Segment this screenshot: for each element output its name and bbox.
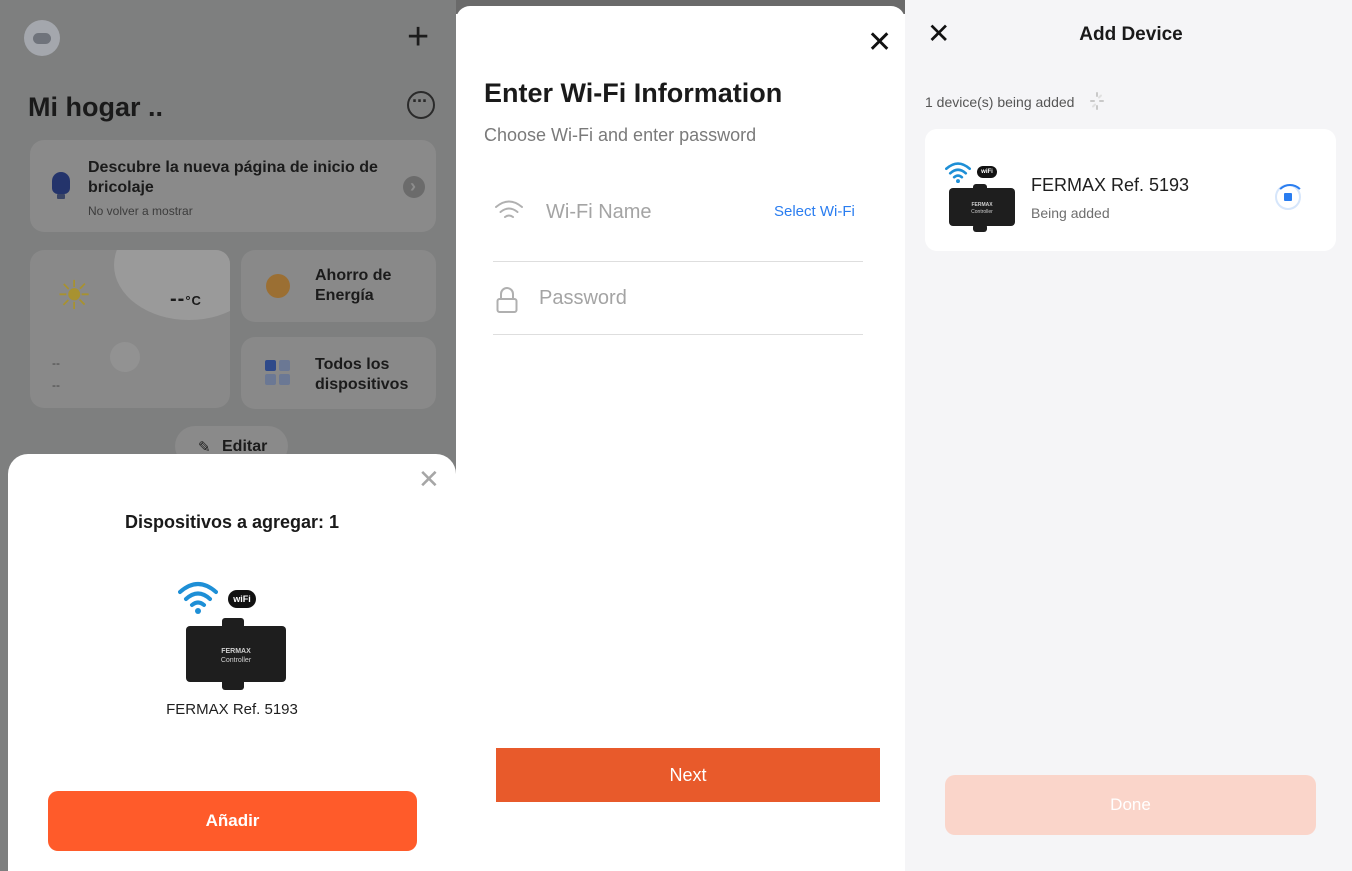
progress-indicator-icon — [1275, 184, 1305, 210]
device-name: FERMAX Ref. 5193 — [1031, 175, 1190, 195]
device-brand: FERMAX — [221, 648, 251, 655]
sun-icon: ☀ — [56, 274, 92, 318]
next-button[interactable]: Next — [496, 748, 880, 802]
password-input[interactable]: Password — [539, 287, 627, 310]
device-model: Controller — [220, 657, 252, 664]
device-name: FERMAX Ref. 5193 — [166, 701, 298, 718]
wifi-icon — [495, 200, 523, 218]
chevron-right-icon[interactable] — [403, 176, 425, 198]
status-strip — [456, 0, 905, 20]
controller-box: FERMAX Controller — [949, 188, 1015, 226]
close-icon[interactable]: ✕ — [418, 466, 440, 492]
loading-spinner-icon — [1090, 92, 1104, 110]
wifi-badge: wiFi — [228, 590, 256, 608]
close-icon[interactable]: ✕ — [867, 28, 892, 58]
wifi-name-input[interactable]: Wi-Fi Name — [546, 201, 652, 224]
device-image: wiFi FERMAX Controller — [945, 160, 1017, 232]
lock-icon — [496, 287, 518, 313]
energy-saving-label: Ahorro de Energía — [315, 267, 392, 304]
page-title: Add Device — [1079, 24, 1183, 45]
device-image[interactable]: wiFi FERMAX Controller — [178, 580, 288, 692]
grid-icon — [265, 360, 291, 386]
add-icon[interactable]: + — [407, 18, 429, 56]
device-brand: FERMAX — [971, 202, 993, 208]
devices-being-added-count: 1 device(s) being added — [925, 94, 1075, 110]
wifi-icon — [945, 162, 971, 184]
coin-icon — [266, 274, 290, 298]
wifi-icon — [178, 582, 218, 614]
wifi-info-panel: ✕ Enter Wi-Fi Information Choose Wi-Fi a… — [456, 0, 905, 871]
dismiss-banner-link[interactable]: No volver a mostrar — [88, 204, 193, 218]
add-device-panel: ✕ Add Device 1 device(s) being added wiF… — [905, 0, 1352, 871]
cloud-decoration — [110, 342, 140, 372]
all-devices-label: Todos los dispositivos — [315, 356, 409, 393]
lightbulb-icon — [52, 172, 70, 199]
divider — [493, 334, 863, 335]
weather-detail: -- — [52, 356, 60, 370]
sheet-title: Dispositivos a agregar: 1 — [124, 512, 340, 532]
select-wifi-link[interactable]: Select Wi-Fi — [774, 203, 855, 220]
device-status: Being added — [1031, 205, 1110, 221]
page-subtitle: Choose Wi-Fi and enter password — [484, 125, 757, 145]
temperature-value: --°C — [170, 288, 202, 310]
temperature-unit: °C — [185, 293, 202, 308]
wifi-badge: wiFi — [977, 166, 997, 178]
weather-detail: -- — [52, 378, 60, 392]
avatar[interactable] — [24, 20, 60, 56]
page-title: Enter Wi-Fi Information — [484, 78, 783, 108]
controller-box: FERMAX Controller — [186, 626, 286, 682]
page-title[interactable]: Mi hogar .. — [28, 92, 163, 123]
banner-title: Descubre la nueva página de inicio de br… — [88, 159, 378, 196]
device-model: Controller — [971, 209, 993, 215]
divider — [493, 261, 863, 262]
device-mount-tab — [973, 224, 987, 232]
more-options-icon[interactable] — [407, 91, 435, 119]
add-button[interactable]: Añadir — [48, 791, 417, 851]
done-button[interactable]: Done — [945, 775, 1316, 835]
home-screen-panel: + Mi hogar .. Descubre la nueva página d… — [0, 0, 456, 871]
device-mount-tab — [222, 678, 244, 690]
screenshot-collage: + Mi hogar .. Descubre la nueva página d… — [0, 0, 1352, 871]
